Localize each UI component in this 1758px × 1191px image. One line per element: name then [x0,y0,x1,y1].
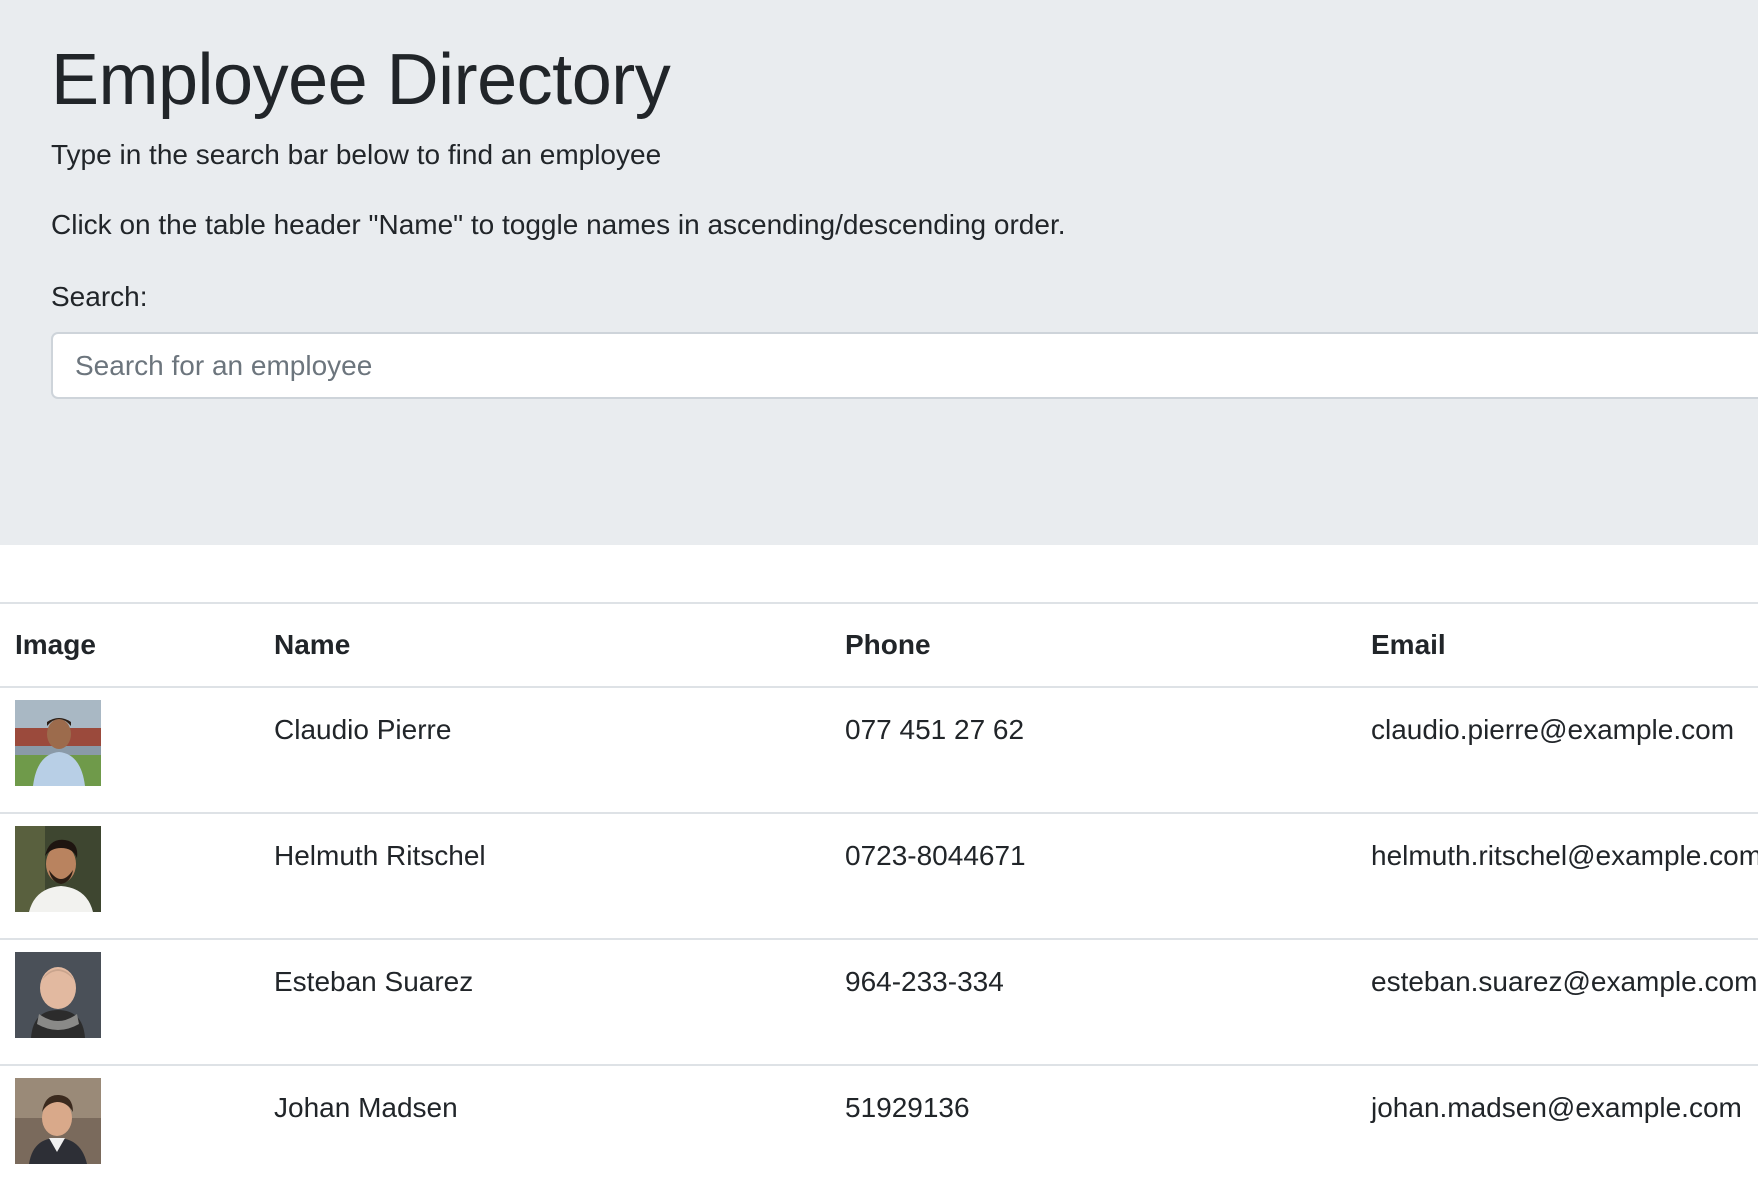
employee-name: Helmuth Ritschel [258,812,829,939]
employee-phone: 077 451 27 62 [829,686,1355,813]
employee-name: Esteban Suarez [258,938,829,1065]
employee-avatar [15,1078,101,1164]
employee-phone: 964-233-334 [829,938,1355,1065]
search-input[interactable] [51,332,1758,399]
page-title: Employee Directory [51,40,671,120]
employee-name: Claudio Pierre [258,686,829,813]
header-jumbotron: Employee Directory Type in the search ba… [0,0,1758,545]
search-instruction: Type in the search bar below to find an … [51,139,662,170]
employee-avatar [15,826,101,912]
column-header-image: Image [0,602,258,688]
employee-email: claudio.pierre@example.com [1355,686,1758,813]
column-header-name[interactable]: Name [258,602,829,688]
table-header-row: Image Name Phone Email [0,602,1758,688]
employee-email: esteban.suarez@example.com [1355,938,1758,1065]
employee-email: johan.madsen@example.com [1355,1064,1758,1191]
sort-instruction: Click on the table header "Name" to togg… [51,209,1066,240]
search-label: Search: [51,281,148,312]
employee-phone: 51929136 [829,1064,1355,1191]
table-row: Helmuth Ritschel 0723-8044671 helmuth.ri… [0,812,1758,939]
column-header-phone: Phone [829,602,1355,688]
employee-table: Image Name Phone Email Claudio Pierre 07… [0,602,1758,1191]
employee-avatar [15,952,101,1038]
table-row: Claudio Pierre 077 451 27 62 claudio.pie… [0,686,1758,813]
employee-phone: 0723-8044671 [829,812,1355,939]
employee-avatar [15,700,101,786]
employee-email: helmuth.ritschel@example.com [1355,812,1758,939]
employee-name: Johan Madsen [258,1064,829,1191]
table-row: Esteban Suarez 964-233-334 esteban.suare… [0,938,1758,1065]
table-row: Johan Madsen 51929136 johan.madsen@examp… [0,1064,1758,1191]
column-header-email: Email [1355,602,1758,688]
